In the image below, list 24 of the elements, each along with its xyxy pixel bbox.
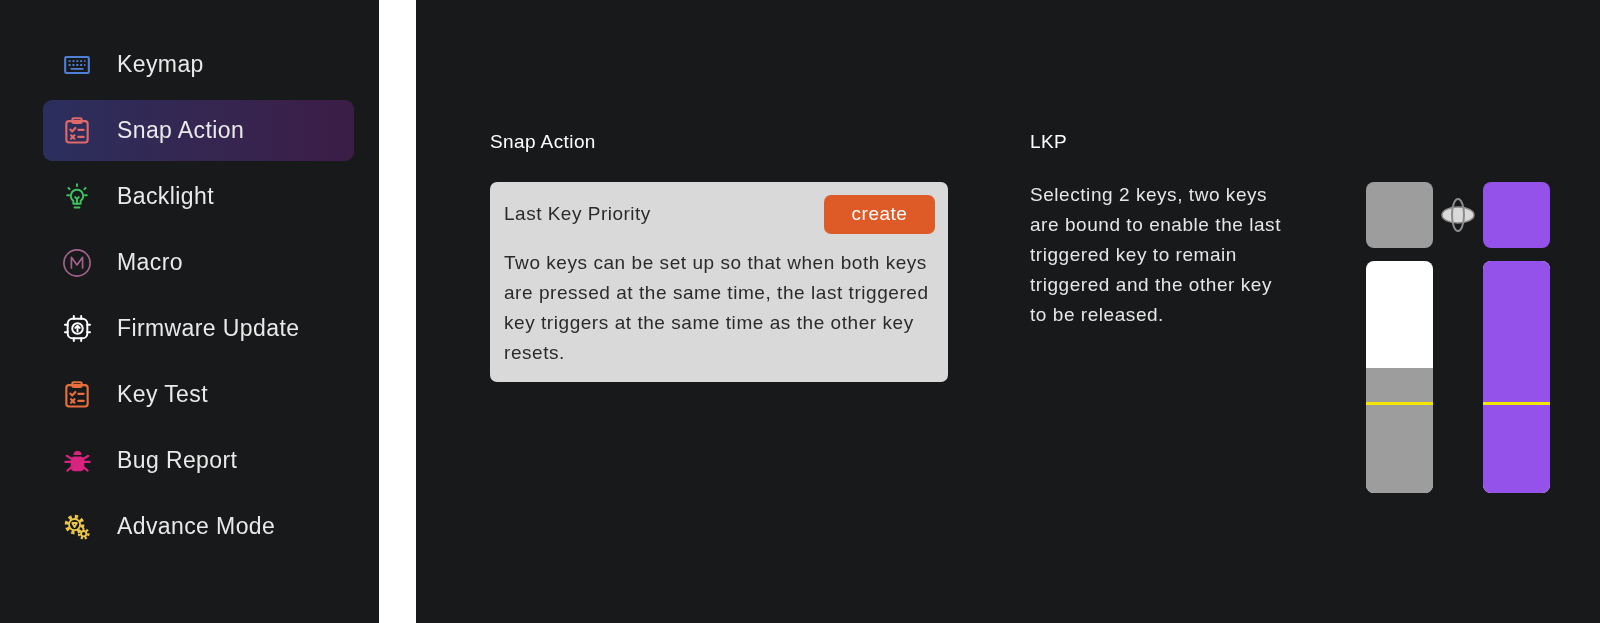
sidebar-item[interactable]: Key Test	[43, 364, 354, 425]
section-title: LKP	[1030, 130, 1069, 154]
trigger-line	[1483, 401, 1550, 405]
chip-upload-icon	[63, 315, 91, 342]
circled-m-icon	[63, 248, 91, 277]
sidebar-item[interactable]: Keymap	[43, 34, 354, 95]
clipboard-checklist-icon	[65, 381, 89, 408]
keyboard-icon	[64, 55, 90, 74]
sidebar-item[interactable]: Bug Report	[43, 430, 354, 491]
sidebar-item[interactable]: Firmware Update	[43, 298, 354, 359]
sidebar-item[interactable]: Backlight	[43, 166, 354, 227]
crossed-ellipses-icon	[1441, 198, 1475, 232]
section-title: Snap Action	[490, 130, 597, 154]
gears-icon	[63, 512, 91, 541]
sidebar-item[interactable]: Advance Mode	[43, 496, 354, 557]
lightbulb-icon	[66, 183, 88, 210]
sidebar-item[interactable]: Macro	[43, 232, 354, 293]
sidebar-item[interactable]: Snap Action	[43, 100, 354, 161]
lkp-description: Selecting 2 keys, two keys are bound to enable the last triggered key to remain triggered and the other key to be released.	[1030, 183, 1282, 327]
clipboard-checklist-icon	[65, 117, 89, 144]
card-description: Two keys can be set up so that when both keys are pressed at the same time, the last triggered key triggers at the same time as the other key resets.	[504, 251, 930, 365]
create-button[interactable]: create	[824, 195, 935, 234]
card-title: Last Key Priority	[504, 202, 651, 227]
trigger-line	[1366, 401, 1433, 405]
